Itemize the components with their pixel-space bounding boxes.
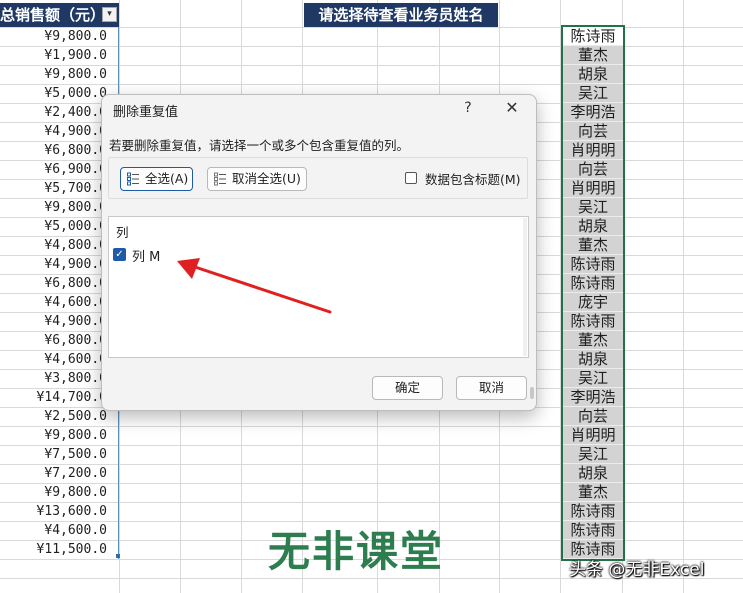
arrow-shaft [190,264,332,314]
annotation-arrow [177,258,332,314]
